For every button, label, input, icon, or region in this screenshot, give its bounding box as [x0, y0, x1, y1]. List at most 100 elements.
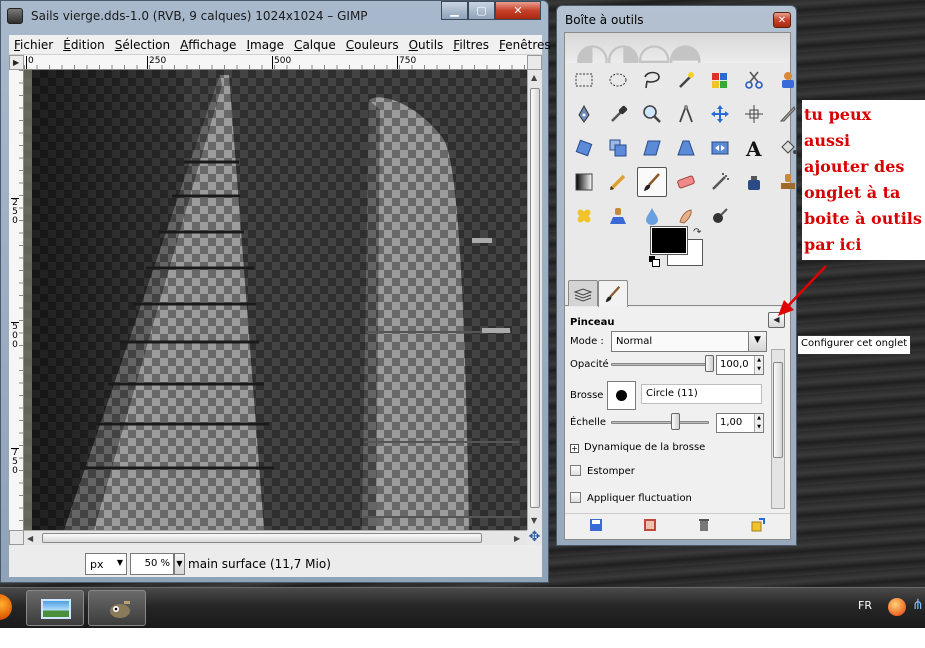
fuzzy-select-tool[interactable] — [671, 65, 701, 95]
menu-edition[interactable]: Édition — [58, 38, 110, 52]
scroll-up-icon[interactable]: ▲ — [531, 73, 537, 82]
taskbar-button-gimp[interactable] — [88, 590, 146, 626]
gimp-app-icon[interactable] — [7, 8, 23, 24]
jitter-checkbox[interactable] — [570, 492, 581, 503]
swap-colors-icon[interactable]: ↷ — [693, 227, 701, 238]
brush-preview-button[interactable] — [607, 381, 636, 410]
rotate-tool[interactable] — [569, 133, 599, 163]
blend-tool[interactable] — [569, 167, 599, 197]
zoom-dropdown-button[interactable]: ▼ — [174, 553, 185, 575]
scroll-right-icon[interactable]: ▶ — [514, 534, 520, 543]
reset-colors-icon[interactable] — [649, 256, 660, 267]
language-indicator[interactable]: FR — [858, 599, 872, 612]
minimize-button[interactable]: ▁ — [441, 1, 468, 20]
move-tool[interactable] — [705, 99, 735, 129]
paintbrush-tool[interactable] — [637, 167, 667, 197]
pencil-tool[interactable] — [603, 167, 633, 197]
menu-label-rest: alque — [302, 37, 336, 52]
menu-filtres[interactable]: Filtres — [448, 38, 494, 52]
horizontal-scroll-thumb[interactable] — [42, 533, 482, 543]
zoom-tool[interactable] — [637, 99, 667, 129]
image-window-titlebar[interactable]: Sails vierge.dds-1.0 (RVB, 9 calques) 10… — [1, 1, 548, 33]
opacity-slider-track[interactable] — [611, 363, 711, 366]
image-canvas[interactable] — [24, 70, 527, 530]
scale-spinbox[interactable]: 1,00 ▲ ▼ — [716, 413, 764, 433]
scissors-select-tool[interactable] — [739, 65, 769, 95]
free-select-tool[interactable] — [637, 65, 667, 95]
horizontal-scrollbar[interactable]: ◀ ▶ — [24, 530, 527, 545]
reset-options-icon[interactable] — [751, 518, 765, 532]
ruler-corner-menu-button[interactable]: ▶ — [9, 55, 24, 70]
menu-fichier[interactable]: Fichier — [9, 38, 58, 52]
spin-arrows-icon[interactable]: ▲ ▼ — [754, 356, 763, 374]
maximize-button[interactable]: ▢ — [468, 1, 495, 20]
taskbar-button-picture-viewer[interactable] — [26, 590, 84, 626]
spin-arrows-icon[interactable]: ▲ ▼ — [754, 414, 763, 432]
network-icon[interactable]: ⋔ — [912, 597, 925, 615]
measure-tool[interactable] — [671, 99, 701, 129]
perspective-tool[interactable] — [671, 133, 701, 163]
brush-name-field[interactable]: Circle (11) — [641, 384, 762, 404]
delete-options-icon[interactable] — [697, 518, 711, 532]
menu-outils[interactable]: Outils — [404, 38, 449, 52]
close-button[interactable]: ✕ — [495, 1, 541, 20]
menu-selection[interactable]: Sélection — [110, 38, 175, 52]
magic-wand-icon — [679, 72, 694, 88]
align-tool[interactable] — [739, 99, 769, 129]
mode-select[interactable]: Normal ▼ — [611, 331, 767, 352]
brush-dynamics-expander[interactable]: + Dynamique de la brosse — [570, 442, 705, 453]
ink-tool[interactable] — [739, 167, 769, 197]
crop-tool[interactable] — [773, 99, 803, 129]
menu-couleurs[interactable]: Couleurs — [341, 38, 404, 52]
foreground-select-tool[interactable] — [773, 65, 803, 95]
zoom-field[interactable]: 50 % — [130, 553, 174, 575]
menu-image[interactable]: Image — [241, 38, 289, 52]
clone-tool[interactable] — [773, 167, 803, 197]
foreground-color[interactable] — [650, 226, 688, 255]
firefox-taskbar-icon[interactable] — [0, 594, 12, 620]
menu-fenetres[interactable]: Fenêtres — [494, 38, 556, 52]
restore-options-icon[interactable] — [643, 518, 657, 532]
tab-tool-options[interactable] — [598, 280, 628, 307]
perspective-clone-tool[interactable] — [603, 201, 633, 231]
rect-select-tool[interactable] — [569, 65, 599, 95]
vertical-scroll-thumb[interactable] — [530, 88, 540, 508]
opacity-slider-thumb[interactable] — [705, 355, 714, 372]
paths-tool[interactable] — [569, 99, 599, 129]
ellipse-select-tool[interactable] — [603, 65, 633, 95]
scale-tool[interactable] — [603, 133, 633, 163]
scroll-down-icon[interactable]: ▼ — [531, 516, 537, 525]
fade-checkbox-row[interactable]: Estomper — [570, 465, 635, 477]
fade-checkbox[interactable] — [570, 465, 581, 476]
quick-mask-toggle[interactable] — [9, 530, 24, 545]
save-options-icon[interactable] — [589, 518, 603, 532]
airbrush-tool[interactable] — [705, 167, 735, 197]
unit-select[interactable]: px ▼ — [85, 553, 127, 575]
menu-affichage[interactable]: Affichage — [175, 38, 241, 52]
navigate-icon[interactable]: ✥ — [527, 530, 542, 545]
opacity-spinbox[interactable]: 100,0 ▲ ▼ — [716, 355, 764, 375]
scale-slider-thumb[interactable] — [671, 413, 680, 430]
select-by-color-tool[interactable] — [705, 65, 735, 95]
scale-slider-track[interactable] — [611, 421, 709, 424]
options-scrollbar[interactable] — [771, 349, 785, 509]
tab-device-status[interactable] — [568, 280, 598, 306]
eraser-tool[interactable] — [671, 167, 701, 197]
text-tool[interactable]: A — [739, 133, 769, 163]
toolbox-wilber-header: ◐◑◒◓ — [565, 33, 790, 63]
vertical-scrollbar[interactable]: ▲ ▼ — [527, 70, 542, 530]
horizontal-ruler[interactable]: 0 250 500 750 — [24, 55, 527, 70]
flip-tool[interactable] — [705, 133, 735, 163]
color-picker-tool[interactable] — [603, 99, 633, 129]
shear-tool[interactable] — [637, 133, 667, 163]
dodge-burn-tool[interactable] — [705, 201, 735, 231]
tray-app-icon[interactable] — [888, 598, 906, 616]
vertical-ruler[interactable]: 2 5 0 5 0 0 7 5 0 — [9, 70, 24, 530]
options-scroll-thumb[interactable] — [773, 362, 783, 458]
menu-calque[interactable]: Calque — [289, 38, 341, 52]
heal-tool[interactable] — [569, 201, 599, 231]
scroll-left-icon[interactable]: ◀ — [27, 534, 33, 543]
jitter-checkbox-row[interactable]: Appliquer fluctuation — [570, 492, 692, 504]
bucket-fill-tool[interactable] — [773, 133, 803, 163]
toolbox-close-button[interactable]: ✕ — [773, 12, 791, 28]
